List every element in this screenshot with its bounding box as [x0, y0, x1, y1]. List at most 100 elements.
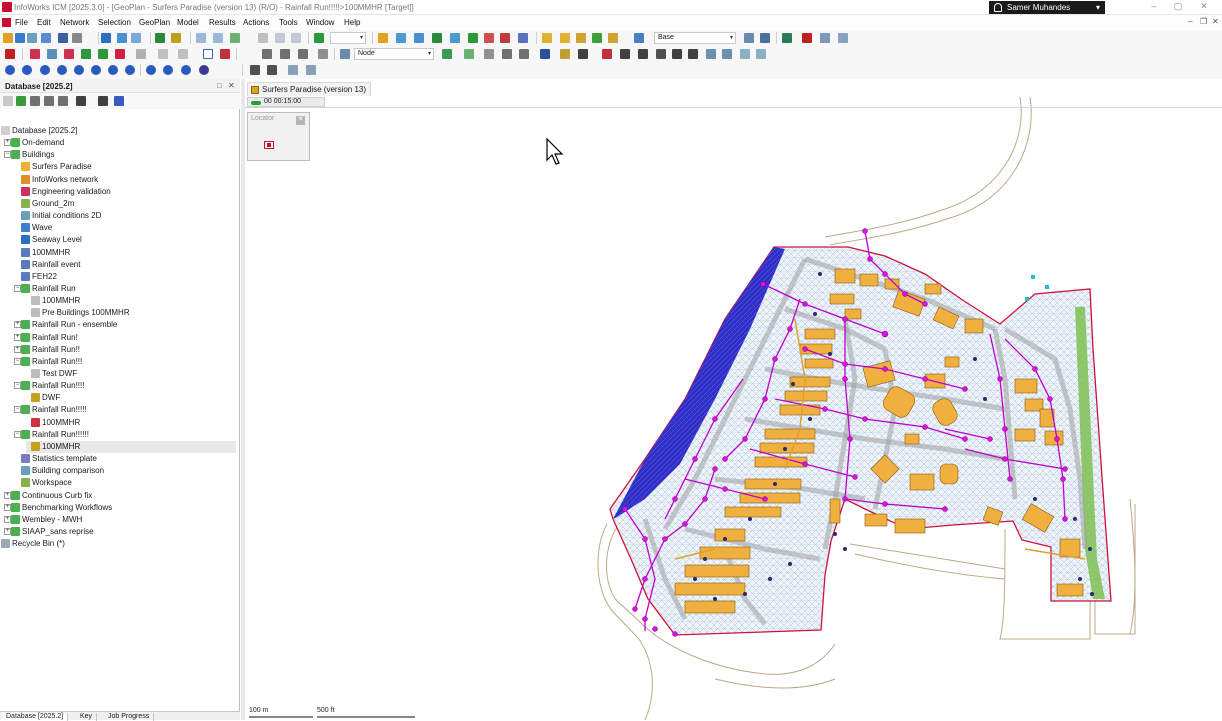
- collapse-icon[interactable]: −: [14, 382, 21, 390]
- minimize-button[interactable]: –: [1148, 1, 1160, 13]
- grid-icon[interactable]: [131, 33, 141, 43]
- style-icon[interactable]: [576, 33, 586, 43]
- export-icon[interactable]: [782, 33, 792, 43]
- find-icon[interactable]: [560, 49, 570, 59]
- object-type-combo[interactable]: Node ▾: [354, 48, 434, 60]
- results-profile-icon[interactable]: [306, 65, 316, 75]
- layer-icon[interactable]: [378, 33, 388, 43]
- tree-item[interactable]: 100MMHR: [26, 440, 236, 453]
- tree-item[interactable]: Initial conditions 2D: [0, 210, 236, 222]
- tree-item[interactable]: Workspace: [0, 477, 236, 489]
- tree-item[interactable]: FEH22: [0, 271, 236, 283]
- image-sel-icon[interactable]: [688, 49, 698, 59]
- expand-icon[interactable]: +: [4, 491, 11, 499]
- cut-icon[interactable]: [258, 33, 268, 43]
- collapse-icon[interactable]: −: [4, 151, 11, 159]
- geoplan-map[interactable]: [245, 79, 1222, 720]
- palette-icon[interactable]: [592, 33, 602, 43]
- time-slider[interactable]: 00 00:15:00: [247, 97, 325, 107]
- report-icon[interactable]: [484, 33, 494, 43]
- menu-help[interactable]: Help: [344, 18, 360, 27]
- tree-item[interactable]: − Buildings: [0, 149, 236, 161]
- pen-icon[interactable]: [314, 33, 324, 43]
- globe-dark-icon[interactable]: [199, 65, 209, 75]
- polygon-icon[interactable]: [115, 49, 125, 59]
- tree-item[interactable]: Surfers Paradise: [0, 161, 236, 173]
- help-icon[interactable]: [171, 33, 181, 43]
- step-forward-icon[interactable]: [108, 65, 118, 75]
- zoom-extents-icon[interactable]: [578, 49, 588, 59]
- network-icon[interactable]: [27, 33, 37, 43]
- expand-icon[interactable]: +: [14, 345, 21, 353]
- measure-icon[interactable]: [838, 33, 848, 43]
- properties-grid-icon[interactable]: [602, 49, 612, 59]
- mdi-restore-button[interactable]: ❐: [1200, 17, 1207, 26]
- tree-item[interactable]: Seaway Level: [0, 234, 236, 246]
- document-icon[interactable]: [2, 18, 11, 27]
- tree-item[interactable]: Wave: [0, 222, 236, 234]
- refresh-tree-icon[interactable]: [16, 96, 26, 106]
- menu-results[interactable]: Results: [209, 18, 236, 27]
- monitor-icon[interactable]: [98, 96, 108, 106]
- table-edit-icon[interactable]: [47, 49, 57, 59]
- check-icon[interactable]: [5, 49, 15, 59]
- binoculars-icon[interactable]: [76, 96, 86, 106]
- select-pointer-icon[interactable]: [203, 49, 213, 59]
- tree-item[interactable]: Statistics template: [0, 453, 236, 465]
- graph-icon[interactable]: [500, 33, 510, 43]
- mdi-minimize-button[interactable]: –: [1188, 17, 1192, 26]
- branch-icon[interactable]: [432, 33, 442, 43]
- commit-icon[interactable]: [58, 33, 68, 43]
- hierarchy-icon[interactable]: [114, 96, 124, 106]
- draw-icon[interactable]: [464, 49, 474, 59]
- tree-item[interactable]: + Benchmarking Workflows: [0, 502, 236, 514]
- expand-icon[interactable]: +: [14, 333, 21, 341]
- collapse-icon[interactable]: −: [14, 357, 21, 365]
- locator-extent-box[interactable]: [264, 141, 274, 149]
- subcatch-icon[interactable]: [98, 49, 108, 59]
- menu-selection[interactable]: Selection: [98, 18, 131, 27]
- menu-geoplan[interactable]: GeoPlan: [139, 18, 170, 27]
- pause-icon[interactable]: [57, 65, 67, 75]
- menu-actions[interactable]: Actions: [243, 18, 269, 27]
- tab-geoplan-document[interactable]: Surfers Paradise (version 13): [247, 82, 372, 96]
- tool-icon[interactable]: [820, 33, 830, 43]
- scenario-edit-icon[interactable]: [760, 33, 770, 43]
- tree-item[interactable]: + SIAAP_sans reprise: [0, 526, 236, 538]
- grid-view-icon[interactable]: [414, 33, 424, 43]
- collapse-icon[interactable]: −: [14, 284, 21, 292]
- pan-icon[interactable]: [484, 49, 494, 59]
- tree-item[interactable]: + Continuous Curb fix: [0, 490, 236, 502]
- results-grid-icon[interactable]: [250, 65, 260, 75]
- tree-item[interactable]: DWF: [0, 392, 236, 404]
- theme-editor-icon[interactable]: [638, 49, 648, 59]
- loop-icon[interactable]: [181, 65, 191, 75]
- stop-icon[interactable]: [802, 33, 812, 43]
- menu-model[interactable]: Model: [177, 18, 199, 27]
- close-button[interactable]: ✕: [1198, 1, 1210, 13]
- zoom-out-icon[interactable]: [519, 49, 529, 59]
- time-slider-handle[interactable]: [251, 101, 261, 105]
- select-area-icon[interactable]: [220, 49, 230, 59]
- menu-network[interactable]: Network: [60, 18, 89, 27]
- user-account-button[interactable]: Samer Muhandes ▾: [989, 1, 1105, 14]
- expand-icon[interactable]: +: [14, 321, 21, 329]
- tree-item[interactable]: 100MMHR: [0, 417, 236, 429]
- tree-item[interactable]: Rainfall event: [0, 259, 236, 271]
- info-icon[interactable]: [163, 65, 173, 75]
- results-table-icon[interactable]: [267, 65, 277, 75]
- results-graph-icon[interactable]: [288, 65, 298, 75]
- step-back-icon[interactable]: [22, 65, 32, 75]
- scissors-icon[interactable]: [178, 49, 188, 59]
- tree-item[interactable]: Ground_2m: [0, 198, 236, 210]
- save-icon[interactable]: [101, 33, 111, 43]
- bookmark-icon[interactable]: [740, 49, 750, 59]
- play-back-icon[interactable]: [40, 65, 50, 75]
- tree-item[interactable]: Database [2025.2]: [0, 125, 236, 137]
- locator-window[interactable]: Locator ✕: [247, 112, 310, 161]
- scenario-combo[interactable]: Base ▾: [654, 32, 736, 44]
- tree-item[interactable]: 100MMHR: [0, 247, 236, 259]
- undo-icon[interactable]: [196, 33, 206, 43]
- tree-item[interactable]: − Rainfall Run!!!!: [0, 380, 236, 392]
- tree-item[interactable]: Pre Buildings 100MMHR: [0, 307, 236, 319]
